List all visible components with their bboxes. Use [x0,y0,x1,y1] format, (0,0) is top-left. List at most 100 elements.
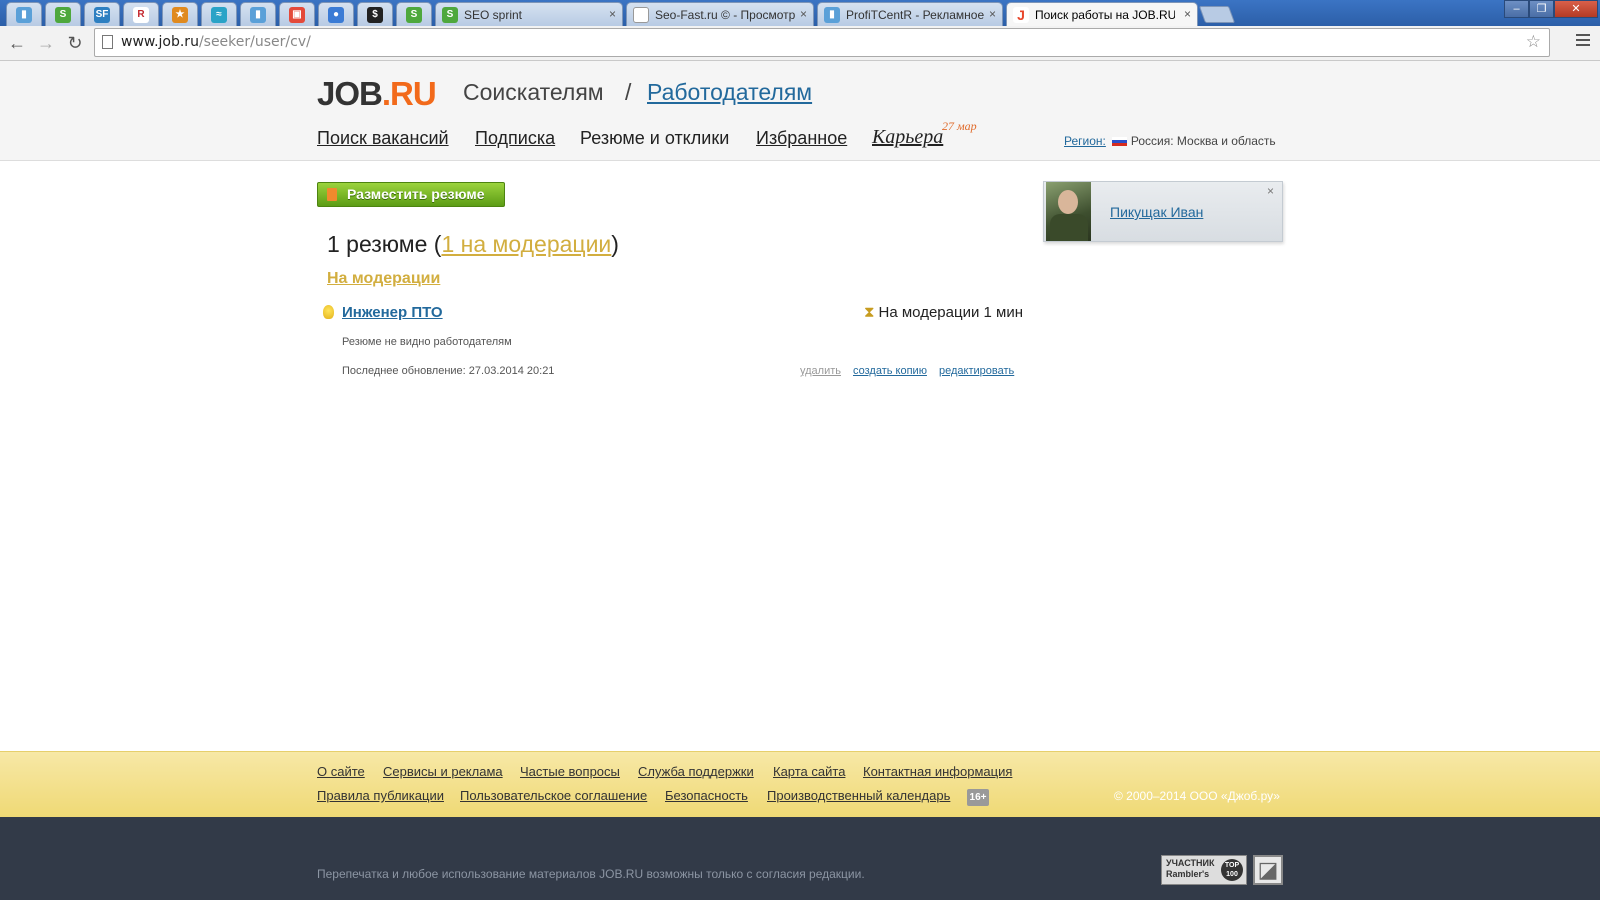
footer-link-about[interactable]: О сайте [317,764,365,779]
avatar[interactable] [1046,182,1091,241]
reload-icon[interactable]: ↻ [64,32,86,54]
moderation-count-link[interactable]: 1 на модерации [441,231,611,257]
copyright: © 2000–2014 ООО «Джоб.ру» [1114,789,1280,803]
close-icon[interactable]: × [1267,184,1274,198]
forward-arrow-icon[interactable]: → [35,32,57,54]
user-card: Пикущак Иван × [1043,181,1283,242]
pinned-tab-r[interactable]: R [123,2,159,26]
tab-profitcentr[interactable]: ▮ ProfiTCentR - Рекламное × [817,2,1003,26]
moderation-section-title[interactable]: На модерации [327,270,440,288]
wave-icon: ≈ [211,6,227,23]
footer-link-sitemap[interactable]: Карта сайта [773,764,845,779]
tab-seo-fast[interactable]: Seo-Fast.ru © - Просмотр × [626,2,814,26]
maximize-button[interactable]: ❐ [1529,0,1554,18]
pinned-tab-gift[interactable]: ▣ [279,2,315,26]
top100-icon: TOP 100 [1221,859,1243,881]
pinned-tab-globe[interactable]: ● [318,2,354,26]
delete-resume-link[interactable]: удалить [800,365,841,377]
tab-title: Поиск работы на JOB.RU [1035,8,1175,22]
tab-job-ru[interactable]: J Поиск работы на JOB.RU × [1006,2,1198,27]
resume-title-link[interactable]: Инженер ПТО [342,304,443,321]
browser-menu-icon[interactable] [1576,34,1590,48]
footer-link-agreement[interactable]: Пользовательское соглашение [460,788,647,803]
footer-link-support[interactable]: Служба поддержки [638,764,754,779]
document-icon [327,188,337,201]
bar-chart-icon: ▮ [16,6,32,23]
region-selector[interactable]: Регион: Россия: Москва и область [1064,134,1276,148]
russia-flag-icon [1111,137,1127,146]
footer-bottom: Перепечатка и любое использование матери… [0,817,1600,900]
globe-icon: ● [328,6,344,23]
moderation-status: ⧗ На модерации 1 мин [864,304,1023,321]
count-prefix: 1 резюме ( [327,231,442,257]
tab-title: SEO sprint [464,7,523,22]
edit-resume-link[interactable]: редактировать [939,365,1014,377]
bookmark-star-icon[interactable]: ☆ [1526,29,1541,56]
resume-last-updated: Последнее обновление: 27.03.2014 20:21 [342,365,555,377]
pinned-tab-money[interactable]: $ [357,2,393,26]
job-ru-logo[interactable]: JOB.RU [317,75,437,113]
minimize-button[interactable]: – [1504,0,1529,18]
rambler-top100-badge[interactable]: УЧАСТНИК Rambler's TOP 100 [1161,855,1247,885]
pinned-tab-seofast[interactable]: SF [84,2,120,26]
footer-link-calendar[interactable]: Производственный календарь [767,788,950,803]
pinned-tab-stats2[interactable]: ▮ [240,2,276,26]
back-arrow-icon[interactable]: ← [6,32,28,54]
gift-icon: ▣ [289,6,305,23]
nav-resumes-current: Резюме и отклики [580,128,730,148]
footer-link-faq[interactable]: Частые вопросы [520,764,620,779]
nav-vacancy-search[interactable]: Поиск вакансий [317,128,449,149]
pinned-tab-stats[interactable]: ▮ [6,2,42,26]
age-rating-badge: 16+ [967,789,989,806]
footer-link-rules[interactable]: Правила публикации [317,788,444,803]
moderation-status-text: На модерации 1 мин [878,304,1023,321]
region-label[interactable]: Регион: [1064,134,1106,148]
tab-title: Seo-Fast.ru © - Просмотр [655,7,795,22]
pinned-tab-seosprint[interactable]: S [45,2,81,26]
pinned-tab-star[interactable]: ★ [162,2,198,26]
close-tab-icon[interactable]: × [800,7,807,21]
url-path: /seeker/user/cv/ [198,34,311,50]
header-separator: / [625,79,632,105]
hourglass-icon: ⧗ [864,304,875,321]
new-tab-button[interactable] [1198,6,1236,23]
logo-dot: .RU [381,75,437,112]
nav-subscription[interactable]: Подписка [475,128,555,149]
post-resume-label: Разместить резюме [347,186,485,202]
url-host: www.job.ru [121,34,199,50]
count-suffix: ) [611,231,619,257]
bar-chart-icon: ▮ [824,6,840,23]
nav-career[interactable]: Карьера [872,126,943,149]
liveinternet-counter-icon[interactable]: ◪ [1253,855,1283,885]
nav-favorites[interactable]: Избранное [756,128,847,149]
pinned-tab-seosprint2[interactable]: S [396,2,432,26]
region-value: Россия: Москва и область [1130,134,1276,148]
footer-link-services[interactable]: Сервисы и реклама [383,764,503,779]
badge-icon: ★ [172,6,188,23]
job-logo-icon: J [1013,7,1029,23]
footer-links-area: О сайте Сервисы и реклама Частые вопросы… [0,751,1600,817]
employers-link[interactable]: Работодателям [647,79,812,106]
close-window-button[interactable]: ✕ [1554,0,1598,18]
pinned-tab-wave[interactable]: ≈ [201,2,237,26]
money-bag-icon: $ [367,6,383,23]
copy-resume-link[interactable]: создать копию [853,365,927,377]
seekers-label: Соискателям [463,79,604,105]
sf-logo-icon: SF [94,6,110,23]
user-name-link[interactable]: Пикущак Иван [1110,204,1203,220]
career-date-badge: 27 мар [942,119,977,133]
close-tab-icon[interactable]: × [989,7,996,21]
page-icon [633,6,649,23]
close-tab-icon[interactable]: × [609,7,616,21]
resume-visibility-note: Резюме не видно работодателям [342,336,512,348]
footer-link-contacts[interactable]: Контактная информация [863,764,1012,779]
browser-tab-strip: ▮ S SF R ★ ≈ ▮ ▣ ● $ S S SEO sprint × Se… [0,0,1600,27]
dollar-icon: S [442,6,458,23]
footer-link-security[interactable]: Безопасность [665,788,748,803]
resume-count: 1 резюме (1 на модерации) [327,231,619,258]
close-tab-icon[interactable]: × [1184,7,1191,21]
tab-seo-sprint[interactable]: S SEO sprint × [435,2,623,26]
dollar-icon: S [406,6,422,23]
address-bar[interactable]: www.job.ru/seeker/user/cv/ ☆ [94,28,1550,57]
post-resume-button[interactable]: Разместить резюме [317,182,505,207]
